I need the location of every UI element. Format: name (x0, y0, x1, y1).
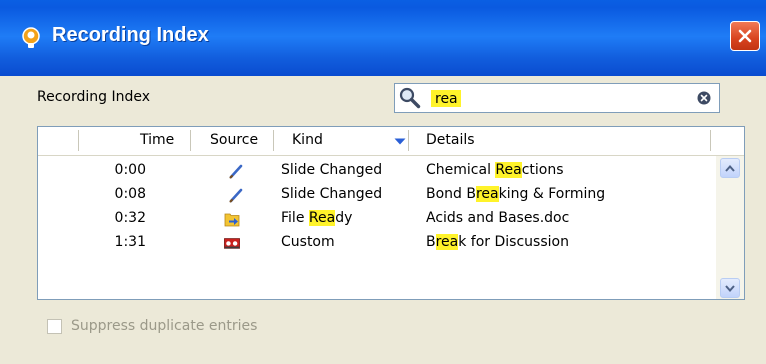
custom-tag-icon (224, 238, 240, 249)
file-arrow-icon (224, 213, 240, 227)
window-title: Recording Index (52, 24, 209, 46)
kind-text: Custom (281, 234, 335, 250)
table-row[interactable]: 0:00 Slide Changed Chemical Reactions (38, 159, 714, 183)
table-row[interactable]: 0:08 Slide Changed Bond Breaking & Formi… (38, 183, 714, 207)
kind-cell: Slide Changed (281, 162, 382, 178)
details-cell: Acids and Bases.doc (426, 210, 569, 226)
recording-index-dialog: Recording Index Recording Index Time Sou… (0, 0, 766, 364)
sort-descending-icon (394, 138, 406, 145)
column-header-details[interactable]: Details (426, 132, 475, 148)
details-cell: Bond Breaking & Forming (426, 186, 605, 202)
table-row[interactable]: 1:31 Custom Break for Discussion (38, 231, 714, 255)
match-highlight: rea (435, 234, 459, 250)
pen-icon (229, 164, 243, 179)
search-icon[interactable] (399, 87, 421, 109)
match-highlight: Rea (308, 210, 336, 226)
details-text: ctions (521, 162, 564, 178)
match-highlight: rea (475, 186, 499, 202)
time-cell: 0:08 (114, 186, 146, 202)
column-header-kind[interactable]: Kind (292, 132, 323, 148)
column-header-source[interactable]: Source (210, 132, 258, 148)
search-input[interactable] (435, 89, 665, 108)
chevron-up-icon (725, 164, 735, 172)
close-button[interactable] (730, 21, 760, 51)
details-text: Bond B (426, 186, 476, 202)
suppress-duplicates-checkbox[interactable] (47, 319, 62, 334)
time-cell: 0:00 (114, 162, 146, 178)
details-text: B (426, 234, 436, 250)
details-text: Acids and Bases.doc (426, 210, 570, 226)
close-icon (738, 29, 752, 43)
clear-search-icon[interactable] (697, 91, 711, 105)
details-text: k for Discussion (458, 234, 569, 250)
header-separator[interactable] (78, 130, 79, 151)
vertical-scrollbar[interactable] (716, 156, 744, 299)
kind-cell: Slide Changed (281, 186, 382, 202)
list-header: Time Source Kind Details (38, 127, 744, 156)
pen-icon (229, 188, 243, 203)
kind-text: dy (335, 210, 353, 226)
details-text: king & Forming (498, 186, 606, 202)
suppress-duplicates-label: Suppress duplicate entries (71, 318, 258, 334)
scroll-up-button[interactable] (720, 158, 740, 178)
column-header-time[interactable]: Time (140, 132, 174, 148)
panel-label: Recording Index (37, 89, 151, 105)
app-lightbulb-icon (22, 27, 40, 48)
chevron-down-icon (725, 284, 735, 292)
recording-index-list[interactable]: Time Source Kind Details 0:00 Slide Chan… (37, 126, 745, 300)
match-highlight: Rea (495, 162, 522, 178)
kind-text: Slide Changed (281, 186, 383, 202)
time-cell: 1:31 (114, 234, 146, 250)
time-cell: 0:32 (114, 210, 146, 226)
header-separator[interactable] (408, 130, 409, 151)
kind-text: Slide Changed (281, 162, 383, 178)
details-text: Chemical (426, 162, 496, 178)
header-separator[interactable] (710, 130, 711, 151)
details-cell: Break for Discussion (426, 234, 569, 250)
header-separator[interactable] (190, 130, 191, 151)
search-box[interactable] (394, 83, 720, 113)
details-cell: Chemical Reactions (426, 162, 564, 178)
header-separator[interactable] (273, 130, 274, 151)
kind-cell: File Ready (281, 210, 352, 226)
title-bar[interactable]: Recording Index (0, 0, 766, 76)
table-row[interactable]: 0:32 File Ready Acids and Bases.doc (38, 207, 714, 231)
kind-cell: Custom (281, 234, 335, 250)
kind-text: File (281, 210, 309, 226)
scroll-down-button[interactable] (720, 278, 740, 298)
